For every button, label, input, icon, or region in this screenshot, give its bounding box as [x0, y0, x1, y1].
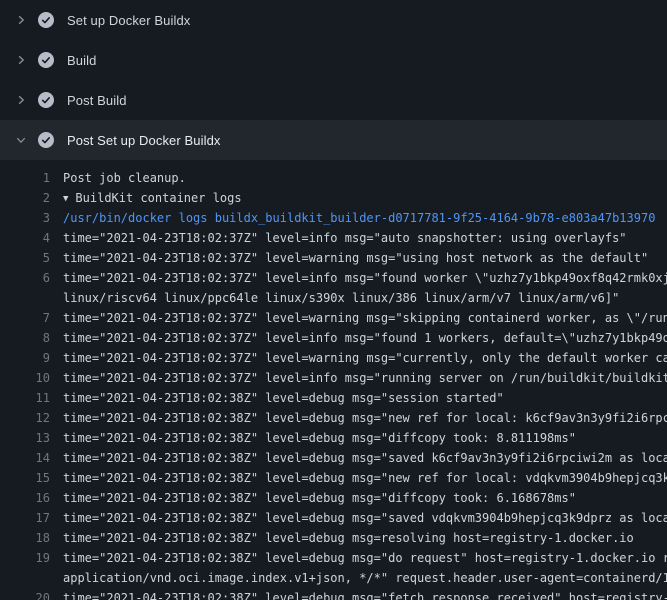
log-line-text: time="2021-04-23T18:02:37Z" level=warnin…: [63, 248, 667, 268]
chevron-down-icon: [13, 132, 29, 148]
log-line: 20 time="2021-04-23T18:02:38Z" level=deb…: [0, 588, 667, 600]
log-line-text: time="2021-04-23T18:02:38Z" level=debug …: [63, 548, 667, 568]
log-line: 4 time="2021-04-23T18:02:37Z" level=info…: [0, 228, 667, 248]
log-line-text: Post job cleanup.: [63, 168, 667, 188]
log-line-number[interactable]: 15: [0, 468, 50, 488]
log-line-text: time="2021-04-23T18:02:37Z" level=warnin…: [63, 348, 667, 368]
log-line-number[interactable]: 3: [0, 208, 50, 228]
log-line: 5 time="2021-04-23T18:02:37Z" level=warn…: [0, 248, 667, 268]
log-line-number[interactable]: 16: [0, 488, 50, 508]
step-label: Set up Docker Buildx: [67, 13, 190, 28]
log-line-text: time="2021-04-23T18:02:38Z" level=debug …: [63, 508, 667, 528]
log-line-text: /usr/bin/docker logs buildx_buildkit_bui…: [63, 208, 667, 228]
log-line-text: time="2021-04-23T18:02:38Z" level=debug …: [63, 388, 667, 408]
log-line: 11 time="2021-04-23T18:02:38Z" level=deb…: [0, 388, 667, 408]
log-line-text: linux/riscv64 linux/ppc64le linux/s390x …: [63, 288, 667, 308]
log-line: 7 time="2021-04-23T18:02:37Z" level=warn…: [0, 308, 667, 328]
log-line-text: time="2021-04-23T18:02:38Z" level=debug …: [63, 448, 667, 468]
log-pane: 1 Post job cleanup. 2 ▼BuildKit containe…: [0, 160, 667, 600]
log-line-number[interactable]: 4: [0, 228, 50, 248]
step-set-up-docker-buildx[interactable]: Set up Docker Buildx: [0, 0, 667, 40]
log-line-number[interactable]: 2: [0, 188, 50, 208]
log-line-number[interactable]: 7: [0, 308, 50, 328]
log-line: 3 /usr/bin/docker logs buildx_buildkit_b…: [0, 208, 667, 228]
log-line: 16 time="2021-04-23T18:02:38Z" level=deb…: [0, 488, 667, 508]
step-label: Post Set up Docker Buildx: [67, 133, 221, 148]
chevron-right-icon: [13, 92, 29, 108]
log-line-number[interactable]: 12: [0, 408, 50, 428]
log-line-number[interactable]: 8: [0, 328, 50, 348]
log-line: 6 time="2021-04-23T18:02:37Z" level=info…: [0, 268, 667, 288]
log-line-number[interactable]: 5: [0, 248, 50, 268]
log-line: application/vnd.oci.image.index.v1+json,…: [0, 568, 667, 588]
step-label: Post Build: [67, 93, 127, 108]
log-line: linux/riscv64 linux/ppc64le linux/s390x …: [0, 288, 667, 308]
check-circle-icon: [38, 12, 54, 28]
log-line-text: time="2021-04-23T18:02:38Z" level=debug …: [63, 488, 667, 508]
log-line-text: time="2021-04-23T18:02:37Z" level=warnin…: [63, 308, 667, 328]
log-line-number[interactable]: 10: [0, 368, 50, 388]
log-line: 17 time="2021-04-23T18:02:38Z" level=deb…: [0, 508, 667, 528]
log-line: 13 time="2021-04-23T18:02:38Z" level=deb…: [0, 428, 667, 448]
steps-list: Set up Docker Buildx Build P: [0, 0, 667, 160]
check-circle-icon: [38, 132, 54, 148]
log-line-number[interactable]: 17: [0, 508, 50, 528]
log-line: 2 ▼BuildKit container logs: [0, 188, 667, 208]
log-line: 10 time="2021-04-23T18:02:37Z" level=inf…: [0, 368, 667, 388]
log-line-text: time="2021-04-23T18:02:37Z" level=info m…: [63, 228, 667, 248]
step-build[interactable]: Build: [0, 40, 667, 80]
log-line: 8 time="2021-04-23T18:02:37Z" level=info…: [0, 328, 667, 348]
disclosure-triangle-icon[interactable]: ▼: [63, 189, 68, 209]
step-label: Build: [67, 53, 96, 68]
check-circle-icon: [38, 52, 54, 68]
log-line-number[interactable]: 9: [0, 348, 50, 368]
log-line-number[interactable]: 20: [0, 588, 50, 600]
step-post-set-up-docker-buildx[interactable]: Post Set up Docker Buildx: [0, 120, 667, 160]
log-line-number[interactable]: 11: [0, 388, 50, 408]
log-line-number[interactable]: 14: [0, 448, 50, 468]
log-line: 18 time="2021-04-23T18:02:38Z" level=deb…: [0, 528, 667, 548]
log-line-text: time="2021-04-23T18:02:38Z" level=debug …: [63, 468, 667, 488]
log-line-text: time="2021-04-23T18:02:38Z" level=debug …: [63, 588, 667, 600]
step-post-build[interactable]: Post Build: [0, 80, 667, 120]
log-line: 9 time="2021-04-23T18:02:37Z" level=warn…: [0, 348, 667, 368]
chevron-right-icon: [13, 12, 29, 28]
log-line-number[interactable]: 19: [0, 548, 50, 568]
log-line-text: ▼BuildKit container logs: [63, 188, 667, 210]
log-line-text: time="2021-04-23T18:02:37Z" level=info m…: [63, 368, 667, 388]
check-circle-icon: [38, 92, 54, 108]
log-line-text: time="2021-04-23T18:02:38Z" level=debug …: [63, 408, 667, 428]
log-line-text: time="2021-04-23T18:02:38Z" level=debug …: [63, 528, 667, 548]
workflow-log-viewer: Set up Docker Buildx Build P: [0, 0, 667, 600]
log-line-number[interactable]: 6: [0, 268, 50, 288]
log-line-number[interactable]: 13: [0, 428, 50, 448]
log-line-number[interactable]: 18: [0, 528, 50, 548]
log-line: 1 Post job cleanup.: [0, 168, 667, 188]
chevron-right-icon: [13, 52, 29, 68]
log-line-text: time="2021-04-23T18:02:37Z" level=info m…: [63, 268, 667, 288]
log-line: 14 time="2021-04-23T18:02:38Z" level=deb…: [0, 448, 667, 468]
log-line: 12 time="2021-04-23T18:02:38Z" level=deb…: [0, 408, 667, 428]
log-line-text: time="2021-04-23T18:02:38Z" level=debug …: [63, 428, 667, 448]
log-line: 19 time="2021-04-23T18:02:38Z" level=deb…: [0, 548, 667, 568]
log-line-text: application/vnd.oci.image.index.v1+json,…: [63, 568, 667, 588]
log-line: 15 time="2021-04-23T18:02:38Z" level=deb…: [0, 468, 667, 488]
log-line-number[interactable]: 1: [0, 168, 50, 188]
log-line-text: time="2021-04-23T18:02:37Z" level=info m…: [63, 328, 667, 348]
